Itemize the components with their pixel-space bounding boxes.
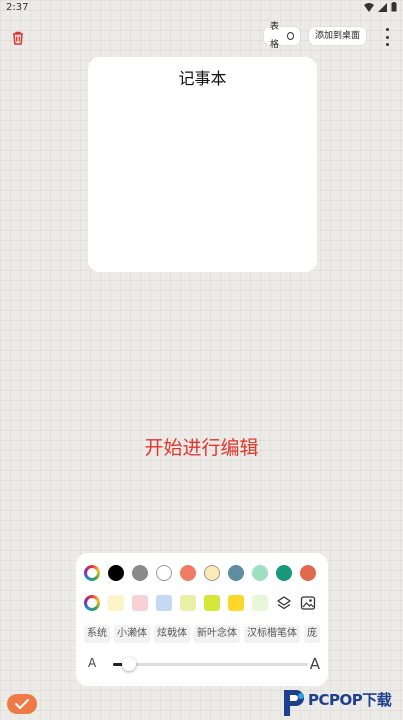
status-icons <box>364 2 397 12</box>
text-size-slider[interactable]: A A <box>88 653 320 675</box>
font-option[interactable]: 小濑体 <box>114 625 150 643</box>
note-title[interactable]: 记事本 <box>88 65 317 89</box>
check-icon <box>15 699 29 709</box>
signal-icon <box>378 2 387 12</box>
custom-color-picker[interactable] <box>84 565 100 581</box>
text-color-row <box>84 565 316 581</box>
battery-icon <box>391 2 397 12</box>
top-bar: 表格 添加到桌面 <box>0 22 403 50</box>
status-bar: 2:37 <box>0 0 403 16</box>
image-icon[interactable] <box>300 595 316 611</box>
slider-thumb[interactable] <box>121 657 136 671</box>
background-color-swatch[interactable] <box>180 595 196 611</box>
background-color-row <box>84 595 316 611</box>
circle-icon <box>287 32 294 40</box>
text-color-swatch[interactable] <box>156 565 172 581</box>
background-color-swatch[interactable] <box>252 595 268 611</box>
slider-track[interactable] <box>113 657 308 671</box>
text-color-swatch[interactable] <box>228 565 244 581</box>
font-option[interactable]: 炫戟体 <box>154 625 190 643</box>
more-vertical-icon[interactable] <box>380 28 394 46</box>
wifi-icon <box>364 2 374 12</box>
watermark-brand: PCPOP下载 <box>308 691 392 709</box>
table-label: 表格 <box>270 22 280 50</box>
edit-hint: 开始进行编辑 <box>144 437 259 459</box>
font-option[interactable]: 庞 <box>304 625 320 643</box>
background-color-swatch[interactable] <box>156 595 172 611</box>
confirm-button[interactable] <box>7 694 37 714</box>
font-option[interactable]: 汉标楷笔体 <box>244 625 300 643</box>
note-card[interactable]: 记事本 <box>88 57 317 272</box>
text-color-swatch[interactable] <box>252 565 268 581</box>
font-option[interactable]: 系统 <box>84 625 110 643</box>
trash-icon[interactable] <box>10 30 26 46</box>
font-row: 系统 小濑体 炫戟体 新叶念体 汉标楷笔体庞 <box>84 625 320 643</box>
background-color-swatch[interactable] <box>132 595 148 611</box>
add-to-desktop-button[interactable]: 添加到桌面 <box>309 27 367 45</box>
text-color-swatch[interactable] <box>180 565 196 581</box>
text-color-swatch[interactable] <box>204 565 220 581</box>
background-color-swatch[interactable] <box>204 595 220 611</box>
pcpop-watermark: PCPOP下载 <box>278 684 403 720</box>
background-color-swatch[interactable] <box>228 595 244 611</box>
style-panel: 系统 小濑体 炫戟体 新叶念体 汉标楷笔体庞 A A <box>76 553 328 686</box>
large-text-label: A <box>309 655 320 673</box>
text-color-swatch[interactable] <box>276 565 292 581</box>
text-color-swatch[interactable] <box>108 565 124 581</box>
pcpop-logo-icon <box>284 690 304 716</box>
small-text-label: A <box>88 656 97 670</box>
text-color-swatch[interactable] <box>132 565 148 581</box>
status-time: 2:37 <box>6 2 29 13</box>
font-option[interactable]: 新叶念体 <box>194 625 240 643</box>
table-toggle-button[interactable]: 表格 <box>264 22 300 50</box>
layers-icon[interactable] <box>276 595 292 611</box>
background-color-swatch[interactable] <box>108 595 124 611</box>
text-color-swatch[interactable] <box>300 565 316 581</box>
custom-background-picker[interactable] <box>84 595 100 611</box>
